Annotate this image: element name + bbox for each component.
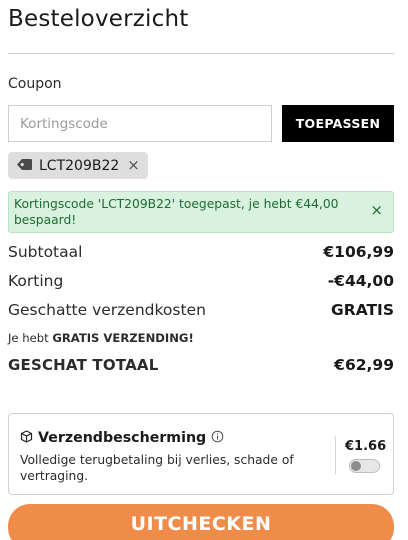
free-shipping-note: Je hebt GRATIS VERZENDING! (8, 331, 194, 345)
free-shipping-note-bold: GRATIS VERZENDING! (52, 331, 194, 345)
shipping-protection-toggle[interactable] (349, 459, 380, 473)
shipping-protection-price: €1.66 (345, 439, 387, 454)
title-divider (8, 53, 394, 54)
free-shipping-note-prefix: Je hebt (8, 331, 49, 345)
coupon-code-input[interactable] (8, 105, 272, 142)
shipping-row: Geschatte verzendkosten GRATIS (8, 301, 394, 319)
remove-coupon-close-icon[interactable]: × (127, 158, 140, 173)
shipping-value: GRATIS (331, 301, 394, 319)
coupon-success-notice: Kortingscode 'LCT209B22' toegepast, je h… (8, 191, 394, 233)
subtotal-row: Subtotaal €106,99 (8, 243, 394, 261)
checkout-button[interactable]: UITCHECKEN (8, 504, 394, 540)
apply-coupon-button[interactable]: TOEPASSEN (282, 105, 394, 142)
package-icon (20, 428, 33, 447)
discount-value: -€44,00 (327, 272, 394, 290)
coupon-success-message: Kortingscode 'LCT209B22' toegepast, je h… (14, 197, 339, 227)
shipping-protection-title: Verzendbescherming (38, 429, 207, 446)
shipping-protection-box: Verzendbescherming Volledige terugbetali… (8, 413, 394, 495)
applied-coupon-chip: LCT209B22 × (8, 152, 148, 179)
subtotal-value: €106,99 (323, 243, 394, 261)
total-row: GESCHAT TOTAAL €62,99 (8, 356, 394, 374)
shipping-protection-description: Volledige terugbetaling bij verlies, sch… (20, 453, 294, 483)
total-label: GESCHAT TOTAAL (8, 356, 159, 374)
order-summary-panel: Besteloverzicht Coupon TOEPASSEN LCT209B… (0, 0, 408, 540)
subtotal-label: Subtotaal (8, 243, 83, 261)
shipping-protection-header: Verzendbescherming (20, 428, 224, 447)
discount-row: Korting -€44,00 (8, 272, 394, 290)
dismiss-notice-close-icon[interactable]: × (370, 203, 383, 218)
page-title: Besteloverzicht (8, 6, 189, 32)
tag-icon (16, 156, 33, 175)
coupon-label: Coupon (8, 76, 62, 92)
shipping-protection-divider (335, 436, 336, 474)
total-value: €62,99 (334, 356, 394, 374)
info-icon[interactable] (211, 428, 224, 447)
discount-label: Korting (8, 272, 64, 290)
toggle-knob (351, 461, 361, 471)
applied-coupon-code: LCT209B22 (39, 157, 120, 174)
shipping-label: Geschatte verzendkosten (8, 301, 206, 319)
